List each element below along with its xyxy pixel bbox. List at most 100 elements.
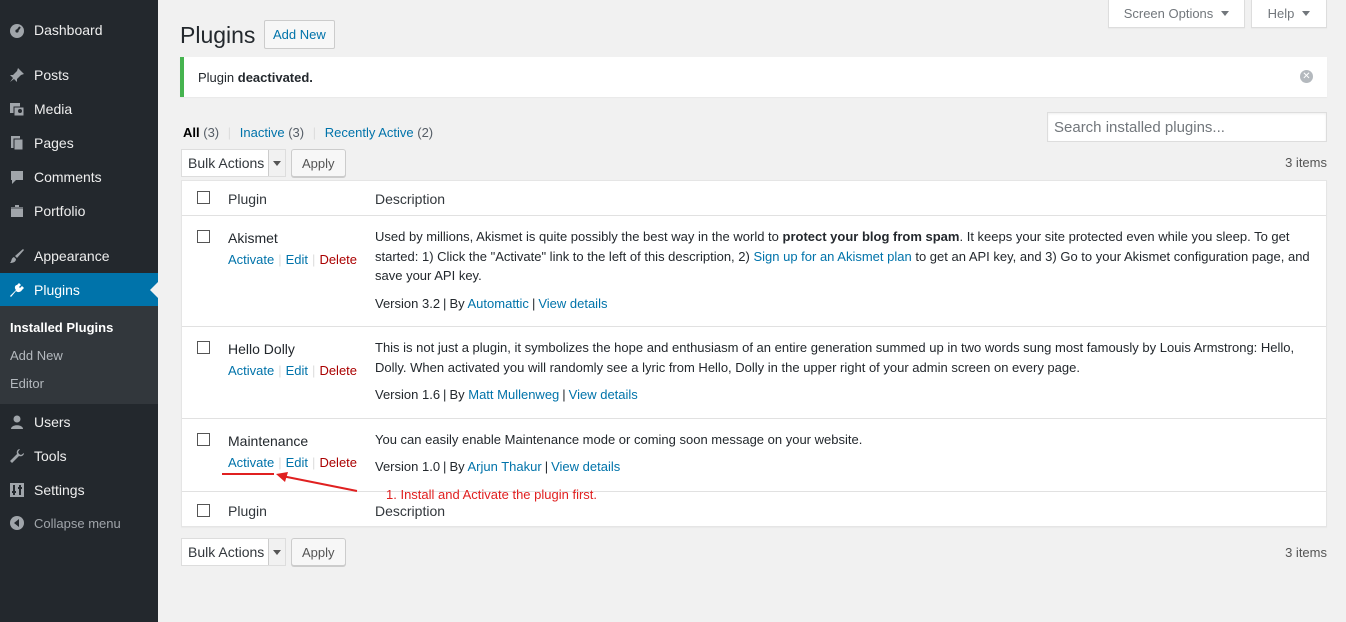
bulk-actions-bottom: Bulk Actions Apply (181, 538, 346, 566)
plug-icon (0, 273, 34, 307)
sidebar-item-users[interactable]: Users (0, 405, 158, 439)
version-separator: | (443, 387, 447, 402)
filter-all[interactable]: All (183, 125, 200, 140)
column-description: Description (375, 191, 446, 207)
plugin-description: Used by millions, Akismet is quite possi… (375, 227, 1315, 286)
plugins-submenu: Installed Plugins Add New Editor (0, 306, 158, 404)
screen-options-button[interactable]: Screen Options (1108, 0, 1245, 28)
search-plugins-input[interactable] (1047, 112, 1327, 142)
submenu-add-new[interactable]: Add New (10, 348, 63, 363)
activate-link[interactable]: Activate (228, 363, 274, 378)
brush-icon (0, 239, 34, 273)
view-details-link[interactable]: View details (569, 387, 638, 402)
plugin-version-line: Version 1.6 | By Matt Mullenweg | View detai… (375, 387, 638, 402)
bulk-actions-select[interactable]: Bulk Actions (181, 538, 286, 566)
author-link[interactable]: Automattic (468, 296, 529, 311)
author-link[interactable]: Matt Mullenweg (468, 387, 559, 402)
comments-icon (0, 160, 34, 194)
sidebar-item-label: Portfolio (34, 203, 86, 219)
sidebar-item-appearance[interactable]: Appearance (0, 239, 158, 273)
sidebar-item-plugins[interactable]: Plugins (0, 273, 158, 307)
plugin-checkbox[interactable] (197, 433, 210, 446)
add-new-plugin-button[interactable]: Add New (264, 20, 335, 49)
pin-icon (0, 58, 34, 92)
version-separator: | (544, 459, 549, 474)
collapse-menu-button[interactable]: Collapse menu (0, 506, 158, 540)
by-label: By (449, 296, 465, 311)
filter-recently-active[interactable]: Recently Active (325, 125, 414, 140)
version-separator: | (531, 296, 536, 311)
sidebar-item-label: Appearance (34, 248, 110, 264)
items-count: 3 items (1285, 545, 1327, 560)
apply-button[interactable]: Apply (291, 149, 346, 177)
table-header: Plugin Description (182, 181, 1326, 216)
sidebar-item-posts[interactable]: Posts (0, 58, 158, 92)
action-separator: | (312, 363, 316, 378)
bulk-actions-select[interactable]: Bulk Actions (181, 149, 286, 177)
author-link[interactable]: Arjun Thakur (468, 459, 542, 474)
chevron-down-icon (1221, 11, 1230, 16)
view-details-link[interactable]: View details (538, 296, 607, 311)
table-row: Akismet Activate | Edit | Delete Used by mil… (182, 216, 1326, 327)
plugin-checkbox[interactable] (197, 341, 210, 354)
row-actions: Activate | Edit | Delete (228, 363, 357, 378)
notice-text: Plugin deactivated. (198, 70, 313, 85)
plugin-version: Version 1.0 (375, 459, 441, 474)
sidebar-item-settings[interactable]: Settings (0, 473, 158, 507)
edit-link[interactable]: Edit (286, 363, 308, 378)
version-separator: | (443, 459, 447, 474)
items-count: 3 items (1285, 155, 1327, 170)
activate-link[interactable]: Activate (228, 455, 274, 470)
sidebar-item-label: Users (34, 414, 71, 430)
submenu-installed-plugins[interactable]: Installed Plugins (10, 320, 113, 335)
column-plugin: Plugin (228, 191, 267, 207)
version-separator: | (443, 296, 447, 311)
chevron-down-icon (268, 539, 285, 565)
sidebar-item-label: Settings (34, 482, 85, 498)
akismet-plan-link[interactable]: Sign up for an Akismet plan (753, 249, 911, 264)
admin-sidebar: Dashboard Posts Media Pages Comments Por… (0, 0, 158, 622)
apply-button[interactable]: Apply (291, 538, 346, 566)
sidebar-item-label: Collapse menu (34, 515, 121, 531)
desc-strong: protect your blog from spam (782, 229, 960, 244)
page-title: Plugins (180, 22, 256, 48)
plugin-description: You can easily enable Maintenance mode o… (375, 432, 863, 447)
by-label: By (449, 459, 465, 474)
action-separator: | (278, 252, 282, 267)
sidebar-item-label: Posts (34, 67, 70, 83)
sidebar-item-media[interactable]: Media (0, 92, 158, 126)
sidebar-item-label: Pages (34, 135, 74, 151)
settings-icon (0, 473, 34, 507)
collapse-icon (0, 506, 34, 540)
chevron-down-icon (1302, 11, 1311, 16)
edit-link[interactable]: Edit (286, 252, 308, 267)
version-separator: | (562, 387, 566, 402)
sidebar-item-portfolio[interactable]: Portfolio (0, 194, 158, 228)
sidebar-item-comments[interactable]: Comments (0, 160, 158, 194)
sidebar-item-label: Comments (34, 169, 102, 185)
select-all-checkbox[interactable] (197, 191, 210, 204)
plugin-status-filters: All (3) | Inactive (3) | Recently Active… (183, 125, 433, 140)
pages-icon (0, 126, 34, 160)
sidebar-item-pages[interactable]: Pages (0, 126, 158, 160)
help-button[interactable]: Help (1251, 0, 1327, 28)
users-icon (0, 405, 34, 439)
delete-link[interactable]: Delete (319, 252, 357, 267)
submenu-editor[interactable]: Editor (10, 376, 44, 391)
plugin-checkbox[interactable] (197, 230, 210, 243)
filter-inactive-count: (3) (288, 125, 305, 140)
notice-strong: deactivated. (237, 69, 313, 85)
view-details-link[interactable]: View details (551, 459, 620, 474)
dashboard-icon (0, 13, 34, 47)
bulk-actions-label: Bulk Actions (188, 544, 265, 560)
annotation-text: 1. Install and Activate the plugin first… (386, 487, 598, 502)
sidebar-item-tools[interactable]: Tools (0, 439, 158, 473)
help-label: Help (1267, 6, 1295, 21)
filter-inactive[interactable]: Inactive (240, 125, 285, 140)
delete-link[interactable]: Delete (319, 363, 357, 378)
sidebar-item-dashboard[interactable]: Dashboard (0, 13, 158, 47)
dismiss-icon[interactable]: ✕ (1300, 70, 1313, 83)
plugin-name: Hello Dolly (228, 341, 295, 357)
select-all-checkbox[interactable] (197, 504, 210, 517)
activate-link[interactable]: Activate (228, 252, 274, 267)
